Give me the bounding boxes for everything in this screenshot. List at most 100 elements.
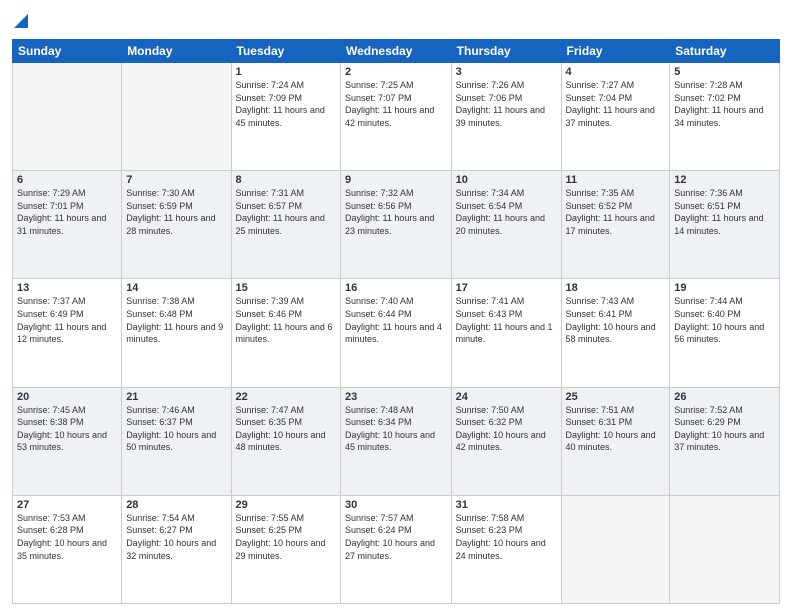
calendar-cell: 21Sunrise: 7:46 AMSunset: 6:37 PMDayligh… [122,387,231,495]
calendar-cell: 12Sunrise: 7:36 AMSunset: 6:51 PMDayligh… [670,171,780,279]
cell-text: Sunrise: 7:40 AMSunset: 6:44 PMDaylight:… [345,295,447,345]
calendar-cell: 15Sunrise: 7:39 AMSunset: 6:46 PMDayligh… [231,279,340,387]
calendar-table: SundayMondayTuesdayWednesdayThursdayFrid… [12,39,780,604]
day-number: 25 [566,391,666,403]
day-number: 4 [566,66,666,78]
day-number: 26 [674,391,775,403]
cell-text: Sunrise: 7:43 AMSunset: 6:41 PMDaylight:… [566,295,666,345]
weekday-header-monday: Monday [122,40,231,63]
calendar-cell [670,495,780,603]
calendar-week-row: 1Sunrise: 7:24 AMSunset: 7:09 PMDaylight… [13,63,780,171]
calendar-cell: 17Sunrise: 7:41 AMSunset: 6:43 PMDayligh… [451,279,561,387]
cell-text: Sunrise: 7:53 AMSunset: 6:28 PMDaylight:… [17,512,117,562]
calendar-cell: 11Sunrise: 7:35 AMSunset: 6:52 PMDayligh… [561,171,670,279]
day-number: 1 [236,66,336,78]
calendar-cell: 1Sunrise: 7:24 AMSunset: 7:09 PMDaylight… [231,63,340,171]
day-number: 16 [345,282,447,294]
calendar-cell: 14Sunrise: 7:38 AMSunset: 6:48 PMDayligh… [122,279,231,387]
calendar-cell: 24Sunrise: 7:50 AMSunset: 6:32 PMDayligh… [451,387,561,495]
day-number: 31 [456,499,557,511]
cell-text: Sunrise: 7:50 AMSunset: 6:32 PMDaylight:… [456,404,557,454]
day-number: 27 [17,499,117,511]
cell-text: Sunrise: 7:48 AMSunset: 6:34 PMDaylight:… [345,404,447,454]
cell-text: Sunrise: 7:58 AMSunset: 6:23 PMDaylight:… [456,512,557,562]
calendar-cell: 10Sunrise: 7:34 AMSunset: 6:54 PMDayligh… [451,171,561,279]
day-number: 20 [17,391,117,403]
cell-text: Sunrise: 7:46 AMSunset: 6:37 PMDaylight:… [126,404,226,454]
day-number: 12 [674,174,775,186]
cell-text: Sunrise: 7:39 AMSunset: 6:46 PMDaylight:… [236,295,336,345]
calendar-cell: 8Sunrise: 7:31 AMSunset: 6:57 PMDaylight… [231,171,340,279]
day-number: 14 [126,282,226,294]
cell-text: Sunrise: 7:25 AMSunset: 7:07 PMDaylight:… [345,79,447,129]
cell-text: Sunrise: 7:29 AMSunset: 7:01 PMDaylight:… [17,187,117,237]
day-number: 19 [674,282,775,294]
calendar-cell: 4Sunrise: 7:27 AMSunset: 7:04 PMDaylight… [561,63,670,171]
calendar-cell: 29Sunrise: 7:55 AMSunset: 6:25 PMDayligh… [231,495,340,603]
weekday-header-thursday: Thursday [451,40,561,63]
calendar-cell: 22Sunrise: 7:47 AMSunset: 6:35 PMDayligh… [231,387,340,495]
day-number: 9 [345,174,447,186]
calendar-cell: 16Sunrise: 7:40 AMSunset: 6:44 PMDayligh… [340,279,451,387]
calendar-cell: 9Sunrise: 7:32 AMSunset: 6:56 PMDaylight… [340,171,451,279]
cell-text: Sunrise: 7:51 AMSunset: 6:31 PMDaylight:… [566,404,666,454]
cell-text: Sunrise: 7:34 AMSunset: 6:54 PMDaylight:… [456,187,557,237]
calendar-cell: 6Sunrise: 7:29 AMSunset: 7:01 PMDaylight… [13,171,122,279]
day-number: 6 [17,174,117,186]
calendar-cell [561,495,670,603]
calendar-week-row: 27Sunrise: 7:53 AMSunset: 6:28 PMDayligh… [13,495,780,603]
calendar-cell: 25Sunrise: 7:51 AMSunset: 6:31 PMDayligh… [561,387,670,495]
day-number: 7 [126,174,226,186]
calendar-cell [13,63,122,171]
weekday-header-friday: Friday [561,40,670,63]
day-number: 15 [236,282,336,294]
cell-text: Sunrise: 7:55 AMSunset: 6:25 PMDaylight:… [236,512,336,562]
day-number: 5 [674,66,775,78]
cell-text: Sunrise: 7:57 AMSunset: 6:24 PMDaylight:… [345,512,447,562]
logo-triangle-icon [14,10,28,28]
calendar-cell: 27Sunrise: 7:53 AMSunset: 6:28 PMDayligh… [13,495,122,603]
day-number: 11 [566,174,666,186]
header [12,10,780,33]
calendar-cell: 26Sunrise: 7:52 AMSunset: 6:29 PMDayligh… [670,387,780,495]
calendar-cell: 20Sunrise: 7:45 AMSunset: 6:38 PMDayligh… [13,387,122,495]
calendar-cell: 13Sunrise: 7:37 AMSunset: 6:49 PMDayligh… [13,279,122,387]
calendar-week-row: 6Sunrise: 7:29 AMSunset: 7:01 PMDaylight… [13,171,780,279]
calendar-cell [122,63,231,171]
day-number: 24 [456,391,557,403]
calendar-cell: 7Sunrise: 7:30 AMSunset: 6:59 PMDaylight… [122,171,231,279]
cell-text: Sunrise: 7:27 AMSunset: 7:04 PMDaylight:… [566,79,666,129]
cell-text: Sunrise: 7:32 AMSunset: 6:56 PMDaylight:… [345,187,447,237]
day-number: 8 [236,174,336,186]
cell-text: Sunrise: 7:31 AMSunset: 6:57 PMDaylight:… [236,187,336,237]
calendar-cell: 19Sunrise: 7:44 AMSunset: 6:40 PMDayligh… [670,279,780,387]
calendar-cell: 2Sunrise: 7:25 AMSunset: 7:07 PMDaylight… [340,63,451,171]
cell-text: Sunrise: 7:52 AMSunset: 6:29 PMDaylight:… [674,404,775,454]
day-number: 17 [456,282,557,294]
cell-text: Sunrise: 7:24 AMSunset: 7:09 PMDaylight:… [236,79,336,129]
day-number: 2 [345,66,447,78]
calendar-cell: 5Sunrise: 7:28 AMSunset: 7:02 PMDaylight… [670,63,780,171]
calendar-week-row: 20Sunrise: 7:45 AMSunset: 6:38 PMDayligh… [13,387,780,495]
cell-text: Sunrise: 7:38 AMSunset: 6:48 PMDaylight:… [126,295,226,345]
calendar-page: SundayMondayTuesdayWednesdayThursdayFrid… [0,0,792,612]
cell-text: Sunrise: 7:47 AMSunset: 6:35 PMDaylight:… [236,404,336,454]
day-number: 29 [236,499,336,511]
day-number: 22 [236,391,336,403]
day-number: 28 [126,499,226,511]
calendar-week-row: 13Sunrise: 7:37 AMSunset: 6:49 PMDayligh… [13,279,780,387]
calendar-cell: 18Sunrise: 7:43 AMSunset: 6:41 PMDayligh… [561,279,670,387]
day-number: 30 [345,499,447,511]
calendar-cell: 28Sunrise: 7:54 AMSunset: 6:27 PMDayligh… [122,495,231,603]
weekday-header-tuesday: Tuesday [231,40,340,63]
calendar-cell: 30Sunrise: 7:57 AMSunset: 6:24 PMDayligh… [340,495,451,603]
cell-text: Sunrise: 7:28 AMSunset: 7:02 PMDaylight:… [674,79,775,129]
cell-text: Sunrise: 7:54 AMSunset: 6:27 PMDaylight:… [126,512,226,562]
weekday-header-sunday: Sunday [13,40,122,63]
day-number: 18 [566,282,666,294]
day-number: 10 [456,174,557,186]
cell-text: Sunrise: 7:26 AMSunset: 7:06 PMDaylight:… [456,79,557,129]
calendar-cell: 23Sunrise: 7:48 AMSunset: 6:34 PMDayligh… [340,387,451,495]
logo [12,10,28,33]
cell-text: Sunrise: 7:36 AMSunset: 6:51 PMDaylight:… [674,187,775,237]
